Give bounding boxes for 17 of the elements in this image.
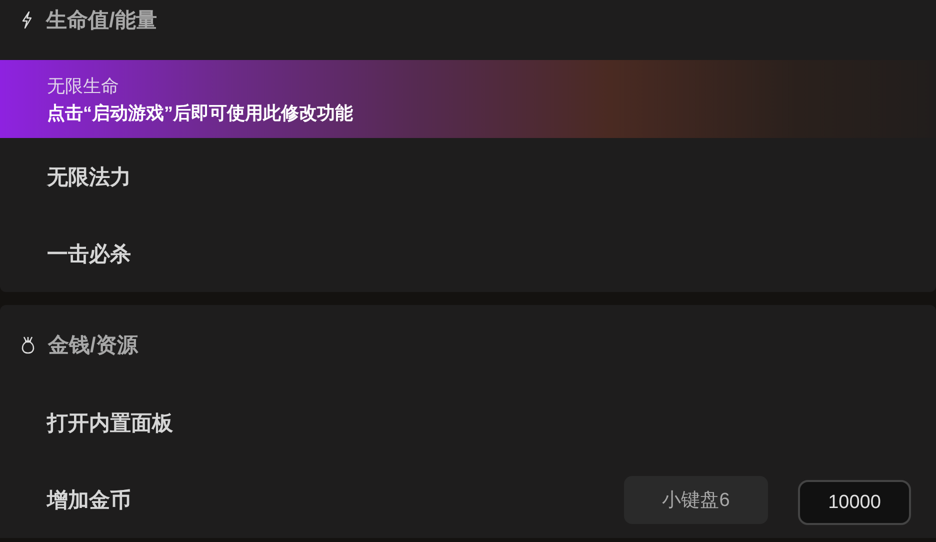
cheat-row[interactable]: 打开内置面板 [0,384,936,461]
cheat-row[interactable]: 增加金币 小键盘6 10000 [0,461,936,538]
cheat-row[interactable]: 无限法力 [0,138,936,215]
money-bag-icon [20,336,36,354]
section-title: 金钱/资源 [48,332,138,358]
usage-hint: 点击“启动游戏”后即可使用此修改功能 [47,102,354,124]
cheat-row[interactable]: 一击必杀 [0,215,936,292]
lightning-icon [20,11,34,29]
cheat-label: 增加金币 [47,488,132,514]
cheat-label: 无限生命 [47,74,120,98]
cheat-row[interactable]: 无限生命 点击“启动游戏”后即可使用此修改功能 [0,60,936,138]
cheat-label: 一击必杀 [47,242,132,268]
amount-field[interactable]: 10000 [798,480,911,525]
cheat-label: 无限法力 [47,164,132,190]
cheat-label: 打开内置面板 [47,410,174,436]
hotkey-button[interactable]: 小键盘6 [624,476,768,524]
section-title: 生命值/能量 [46,8,157,34]
